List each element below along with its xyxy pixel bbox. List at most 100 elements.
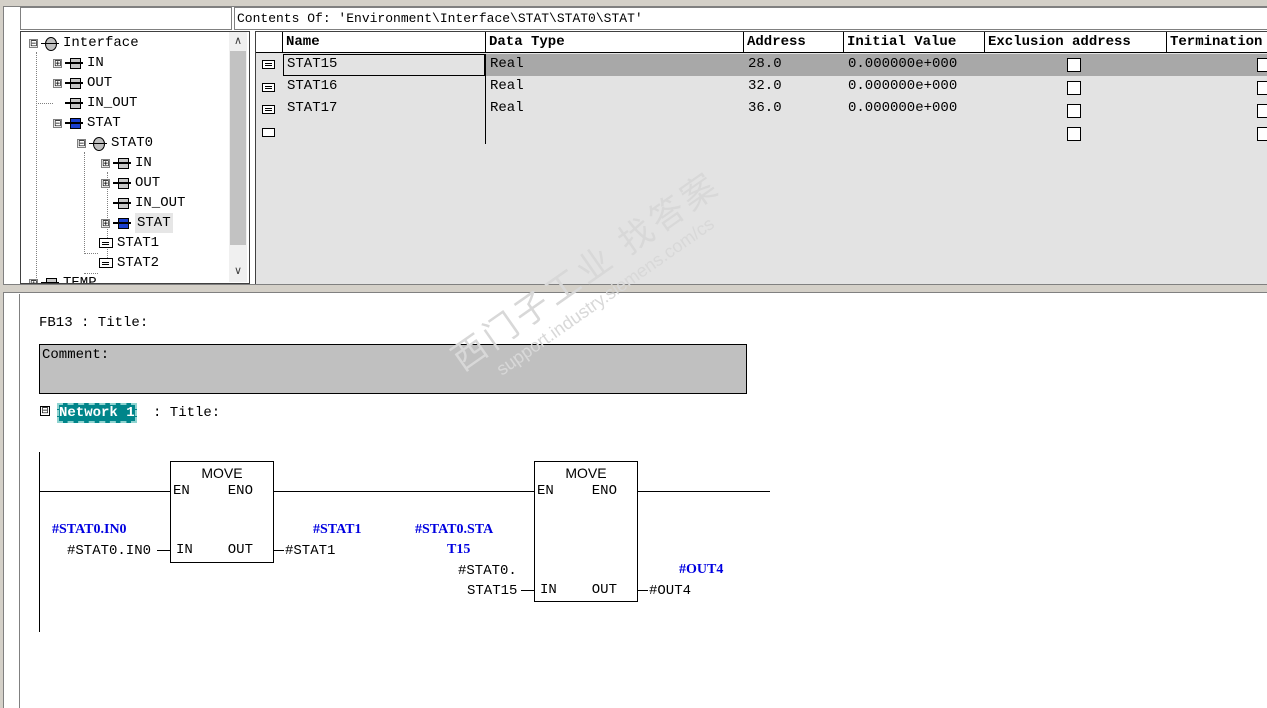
tree-item-label: STAT	[135, 213, 173, 233]
en-pin[interactable]: EN	[173, 483, 190, 499]
tree-item-label: TEMP	[63, 275, 97, 284]
tree-scrollbar[interactable]: ∧ ∨	[229, 32, 247, 282]
column-header-termination[interactable]: Termination	[1167, 32, 1267, 53]
table-cell-name[interactable]: STAT16	[284, 76, 337, 98]
tree-item-label: OUT	[135, 175, 161, 191]
tree-item-stat0-in-out[interactable]: IN_OUT	[113, 193, 185, 213]
tree-item-label: OUT	[87, 75, 113, 91]
table-cell-initial-value[interactable]: 0.000000e+000	[845, 76, 957, 98]
termination-checkbox[interactable]	[1257, 81, 1267, 95]
in-operand[interactable]: #STAT0.IN0	[67, 543, 151, 559]
block-comment-field[interactable]: Comment:	[39, 344, 747, 394]
tree-item-stat0-stat[interactable]: ⊞ STAT	[101, 213, 173, 233]
tree-item-stat0[interactable]: ⊟ STAT0	[77, 133, 153, 153]
tree-item-label: IN_OUT	[135, 195, 186, 211]
out-symbol: #OUT4	[679, 562, 724, 577]
exclusion-checkbox[interactable]	[1067, 81, 1081, 95]
move-box-1[interactable]: MOVE EN ENO IN OUT	[170, 461, 274, 563]
scroll-up-icon[interactable]: ∧	[229, 32, 247, 50]
table-cell-address: 32.0	[748, 78, 782, 94]
variable-table[interactable]: Name Data Type Address Initial Value Exc…	[255, 31, 1267, 284]
table-cell-name[interactable]	[284, 121, 287, 143]
out-wire	[274, 550, 284, 551]
table-cell-initial-value[interactable]: 0.000000e+000	[845, 98, 957, 120]
tree-item-in[interactable]: ⊞ IN	[53, 53, 104, 73]
network-label[interactable]: Network 1	[57, 403, 137, 423]
column-header-name[interactable]: Name	[283, 32, 486, 53]
tree-line	[84, 152, 85, 252]
table-cell-data-type[interactable]: Real	[487, 54, 524, 76]
termination-checkbox[interactable]	[1257, 127, 1267, 141]
out-pin[interactable]: OUT	[228, 542, 253, 558]
variable-icon	[262, 105, 275, 114]
expand-icon[interactable]: ⊞	[101, 158, 110, 168]
tree-item-in-out[interactable]: IN_OUT	[65, 93, 137, 113]
column-header-data-type[interactable]: Data Type	[486, 32, 744, 53]
tree-item-label: Interface	[63, 35, 139, 51]
termination-checkbox[interactable]	[1257, 104, 1267, 118]
en-wire	[39, 491, 170, 492]
tree-item-stat2[interactable]: STAT2	[99, 253, 159, 273]
tree-item-stat1[interactable]: STAT1	[99, 233, 159, 253]
exclusion-checkbox[interactable]	[1067, 58, 1081, 72]
input-param-icon	[113, 158, 131, 169]
tree-item-interface[interactable]: ⊟ Interface	[29, 33, 139, 53]
contents-header: Contents Of: 'Environment\Interface\STAT…	[234, 7, 1267, 30]
inout-param-icon	[65, 98, 83, 109]
column-header-initial-value[interactable]: Initial Value	[844, 32, 985, 53]
in-symbol: #STAT0.STA	[415, 522, 494, 537]
tree-item-label: STAT	[87, 115, 121, 131]
static-param-icon	[113, 218, 131, 229]
in-operand[interactable]: #STAT0.	[458, 563, 517, 579]
table-cell-initial-value[interactable]: 0.000000e+000	[845, 54, 957, 76]
eno-wire	[638, 491, 770, 492]
eno-pin[interactable]: ENO	[228, 483, 253, 499]
variable-icon	[99, 258, 113, 268]
column-header-exclusion-address[interactable]: Exclusion address	[985, 32, 1167, 53]
out-pin[interactable]: OUT	[592, 582, 617, 598]
tree-item-label: STAT1	[117, 235, 160, 251]
column-header-address[interactable]: Address	[744, 32, 844, 53]
in-pin[interactable]: IN	[176, 542, 193, 558]
interface-tree[interactable]: ⊟ Interface ⊞ IN ⊞ OUT IN_OUT ⊟ STAT ⊟ S…	[20, 31, 250, 284]
collapse-icon[interactable]: ⊟	[29, 38, 38, 48]
window-top-band	[3, 0, 1267, 7]
network-collapse-icon[interactable]: ⊟	[40, 406, 50, 416]
exclusion-checkbox[interactable]	[1067, 127, 1081, 141]
block-title[interactable]: FB13 : Title:	[39, 315, 148, 331]
termination-checkbox[interactable]	[1257, 58, 1267, 72]
variable-icon	[99, 238, 113, 248]
collapse-icon[interactable]: ⊟	[77, 138, 86, 148]
out-wire	[638, 590, 648, 591]
output-param-icon	[65, 78, 83, 89]
in-pin[interactable]: IN	[540, 582, 557, 598]
scroll-thumb[interactable]	[230, 51, 246, 245]
input-param-icon	[65, 58, 83, 69]
tree-item-stat0-in[interactable]: ⊞ IN	[101, 153, 152, 173]
tree-item-out[interactable]: ⊞ OUT	[53, 73, 112, 93]
table-cell-data-type[interactable]: Real	[487, 98, 524, 120]
tree-item-stat0-out[interactable]: ⊞ OUT	[101, 173, 160, 193]
tree-item-stat[interactable]: ⊟ STAT	[53, 113, 121, 133]
expand-icon[interactable]: ⊞	[101, 178, 110, 188]
out-operand[interactable]: #STAT1	[285, 543, 335, 559]
eno-pin[interactable]: ENO	[592, 483, 617, 499]
expand-icon[interactable]: ⊞	[53, 58, 62, 68]
table-cell-data-type[interactable]: Real	[487, 76, 524, 98]
expand-icon[interactable]: ⊞	[101, 218, 110, 228]
tree-item-temp[interactable]: ⊞ TEMP	[29, 273, 97, 284]
table-cell-name[interactable]: STAT15	[284, 54, 337, 76]
out-operand[interactable]: #OUT4	[649, 583, 691, 599]
network-title[interactable]: : Title:	[153, 405, 220, 421]
en-pin[interactable]: EN	[537, 483, 554, 499]
pane-splitter[interactable]	[3, 284, 1267, 293]
expand-icon[interactable]: ⊞	[53, 78, 62, 88]
exclusion-checkbox[interactable]	[1067, 104, 1081, 118]
output-param-icon	[113, 178, 131, 189]
table-cell-name[interactable]: STAT17	[284, 98, 337, 120]
table-cell-address: 36.0	[748, 100, 782, 116]
in-operand-cont[interactable]: STAT15	[467, 583, 517, 599]
collapse-icon[interactable]: ⊟	[53, 118, 62, 128]
scroll-down-icon[interactable]: ∨	[229, 262, 247, 280]
move-box-2[interactable]: MOVE EN ENO IN OUT	[534, 461, 638, 602]
